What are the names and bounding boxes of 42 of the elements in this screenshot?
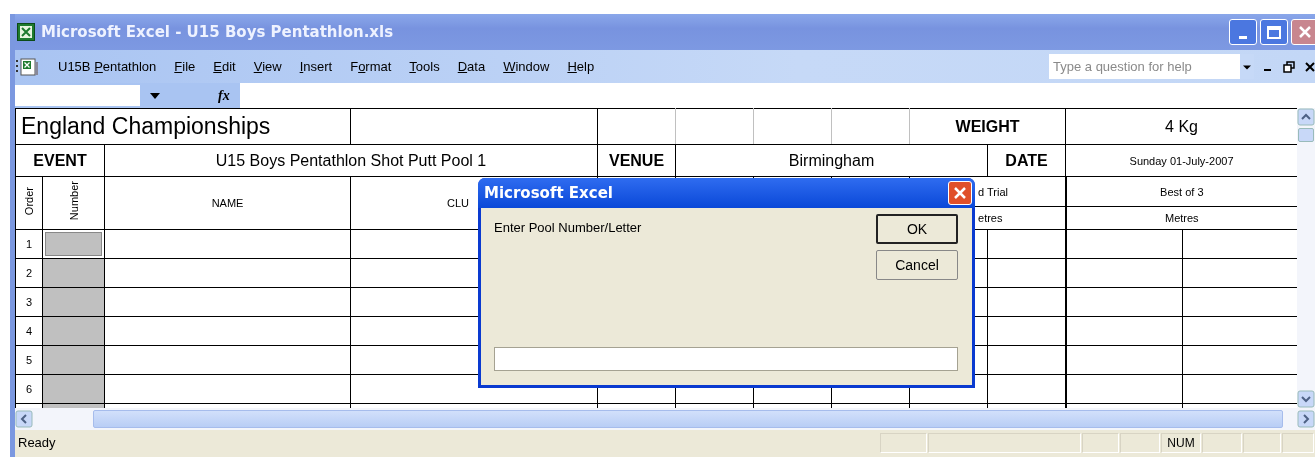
column-header: d Trial [978,185,1008,198]
menu-item[interactable]: View [244,59,291,74]
event-name: U15 Boys Pentathlon Shot Putt Pool 1 [215,151,487,169]
dialog-prompt: Enter Pool Number/Letter [494,220,642,237]
menu-item[interactable]: File [165,59,205,74]
column-header: Order [23,186,35,216]
date-label: DATE [1005,151,1048,169]
weight-label: WEIGHT [955,117,1020,135]
venue-value: Birmingham [788,151,875,169]
column-header: Best of 3 [1160,185,1204,198]
venue-label: VENUE [608,151,665,169]
dialog-button[interactable]: Cancel [876,250,958,280]
column-header: CLU [447,197,470,209]
menu-item[interactable]: U15B Pentathlon [49,59,166,74]
row-number: 3 [25,296,33,308]
row-number: 2 [25,267,33,279]
menu-item[interactable]: Tools [400,59,449,74]
dialog-title: Microsoft Excel [484,184,613,202]
row-number: 4 [25,325,33,337]
status-indicator: NUM [1161,432,1201,453]
weight-value: 4 Kg [1165,117,1198,135]
row-number: 1 [25,238,33,250]
row-number: 5 [25,354,33,366]
row-number: 6 [25,383,33,395]
function-button[interactable]: fx [218,87,230,104]
menu-item[interactable]: Window [494,59,559,74]
menu-item[interactable]: Data [448,59,495,74]
help-search-field[interactable]: Type a question for help [1049,54,1240,79]
column-header: Metres [1164,212,1199,224]
date-value: Sunday 01-July-2007 [1129,154,1234,167]
window-title: Microsoft Excel - U15 Boys Pentathlon.xls [41,23,394,41]
menu-item[interactable]: Help [558,59,604,74]
menu-item[interactable]: Edit [204,59,245,74]
menu-item[interactable]: Format [341,59,401,74]
status-text: Ready [17,435,56,450]
sheet-title: England Championships [21,113,271,139]
column-header: Number [67,181,80,221]
event-label: EVENT [33,151,87,169]
column-header: NAME [211,197,244,209]
dialog-button[interactable]: OK [876,214,958,244]
menu-item[interactable]: Insert [290,59,342,74]
column-header: etres [978,212,1003,224]
